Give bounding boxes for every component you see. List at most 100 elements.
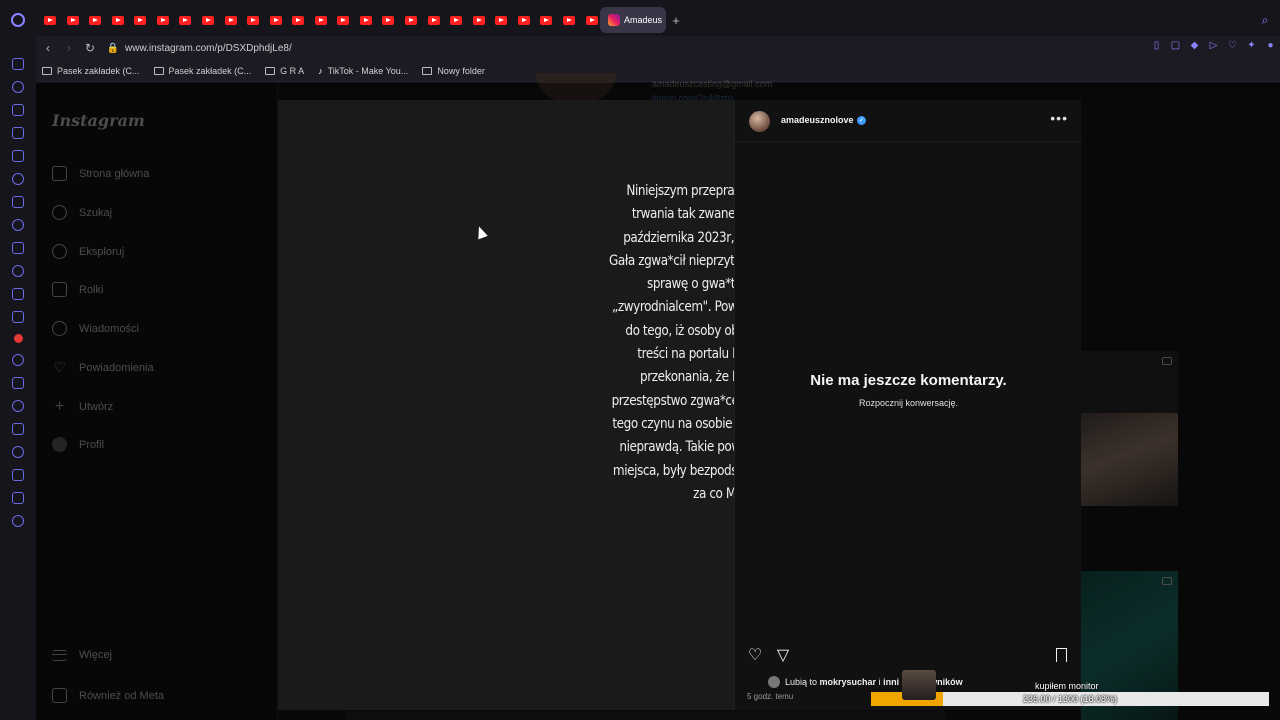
tab-youtube[interactable]: Naj bbox=[397, 7, 420, 33]
bookmark-item[interactable]: ♪ TikTok - Make You... bbox=[318, 66, 408, 76]
tab-youtube[interactable]: Mal bbox=[532, 7, 555, 33]
aria-icon[interactable] bbox=[12, 173, 24, 185]
youtube-favicon-icon bbox=[427, 15, 440, 25]
youtube-favicon-icon bbox=[201, 15, 214, 25]
tab-youtube[interactable]: CA bbox=[149, 7, 172, 33]
extensions-icon[interactable] bbox=[12, 492, 24, 504]
pen-icon[interactable] bbox=[12, 127, 24, 139]
browser-sidebar bbox=[0, 40, 36, 720]
tab-youtube[interactable]: cele bbox=[465, 7, 488, 33]
bookmark-item[interactable]: Pasek zakładek (C... bbox=[153, 65, 252, 76]
download-icon[interactable] bbox=[12, 469, 24, 481]
bookmark-label: Pasek zakładek (C... bbox=[168, 65, 252, 76]
tab-instagram-active[interactable]: Amadeus bbox=[600, 7, 666, 33]
tab-youtube[interactable]: Naj bbox=[217, 7, 240, 33]
bookmark-icon[interactable]: ▯ bbox=[1151, 40, 1162, 51]
back-button[interactable]: ‹ bbox=[39, 41, 57, 55]
youtube-favicon-icon bbox=[540, 15, 553, 25]
media-icon[interactable] bbox=[12, 150, 24, 162]
send-icon[interactable]: ▷ bbox=[1208, 40, 1219, 51]
youtube-favicon-icon bbox=[359, 15, 372, 25]
new-tab-button[interactable]: + bbox=[666, 13, 686, 28]
tab-search-icon[interactable]: ⌕ bbox=[1250, 13, 1280, 28]
tab-youtube[interactable]: UPA bbox=[442, 7, 465, 33]
tab-youtube[interactable]: 10 p bbox=[59, 7, 82, 33]
twitch-icon[interactable] bbox=[12, 196, 24, 208]
tab-youtube[interactable]: LEK bbox=[420, 7, 443, 33]
bag-icon[interactable] bbox=[12, 104, 24, 116]
instagram-icon[interactable] bbox=[12, 265, 24, 277]
tab-youtube[interactable]: ENZ bbox=[171, 7, 194, 33]
player-icon[interactable] bbox=[12, 377, 24, 389]
author-avatar[interactable] bbox=[749, 111, 770, 132]
save-icon[interactable] bbox=[1056, 648, 1067, 666]
youtube-favicon-icon bbox=[337, 15, 350, 25]
lock-icon: 🔒 bbox=[106, 42, 120, 54]
author-username[interactable]: amadeusznolove bbox=[781, 115, 854, 125]
bookmark-item[interactable]: Pasek zakładek (C... bbox=[42, 66, 140, 76]
goal-label: kupiłem monitor bbox=[1035, 681, 1099, 691]
youtube-favicon-icon bbox=[495, 15, 508, 25]
tab-youtube[interactable]: IMI bbox=[104, 7, 127, 33]
post-actions: ♡ ▽ bbox=[747, 648, 791, 664]
bookmark-label: Pasek zakładek (C... bbox=[57, 65, 140, 76]
no-comments-title: Nie ma jeszcze komentarzy. bbox=[810, 372, 1007, 389]
tab-youtube[interactable]: 50 c bbox=[194, 7, 217, 33]
tab-youtube[interactable]: Wie bbox=[555, 7, 578, 33]
forward-button[interactable]: › bbox=[60, 41, 78, 55]
url-field[interactable]: www.instagram.com/p/DSXDphdjLe8/ bbox=[125, 43, 292, 54]
browser-logo-icon[interactable] bbox=[0, 0, 36, 40]
x-icon[interactable] bbox=[12, 288, 24, 300]
tab-list: "Q-10 pDlaIMIBRUCAENZ50 cNajTraKLAWyMa10… bbox=[36, 0, 600, 40]
tab-youtube[interactable]: "TC bbox=[487, 7, 510, 33]
tab-youtube[interactable]: Tra bbox=[239, 7, 262, 33]
more-options-icon[interactable]: ••• bbox=[1050, 110, 1068, 126]
bookmark-label: Nowy folder bbox=[437, 65, 485, 76]
tab-youtube[interactable]: KLA bbox=[262, 7, 285, 33]
list-icon[interactable] bbox=[12, 423, 24, 435]
likes-prefix: Lubią to bbox=[785, 677, 820, 687]
share-icon[interactable]: ▽ bbox=[775, 648, 791, 664]
tab-youtube[interactable]: IMI bbox=[578, 7, 601, 33]
post-timestamp[interactable]: 5 godz. temu bbox=[747, 692, 793, 701]
post-image: Niniejszym przepraszam Michała Gałę za t… bbox=[278, 100, 959, 710]
address-actions: ▯ ▢ ◆ ▷ ♡ ✦ ● bbox=[1151, 40, 1276, 51]
bookmark-item[interactable]: G R A bbox=[265, 66, 304, 76]
music-icon[interactable] bbox=[12, 354, 24, 366]
tab-youtube[interactable]: 10 p bbox=[329, 7, 352, 33]
heart-outline-icon[interactable]: ♡ bbox=[1227, 40, 1238, 51]
discord-icon[interactable] bbox=[12, 311, 24, 323]
tab-youtube[interactable]: BRU bbox=[126, 7, 149, 33]
puzzle-icon[interactable]: ✦ bbox=[1246, 40, 1257, 51]
refresh-icon[interactable] bbox=[12, 81, 24, 93]
youtube-favicon-icon bbox=[450, 15, 463, 25]
youtube-favicon-icon bbox=[314, 15, 327, 25]
youtube-favicon-icon bbox=[382, 15, 395, 25]
heart-icon[interactable] bbox=[12, 400, 24, 412]
folder-icon bbox=[42, 66, 52, 75]
settings-icon[interactable] bbox=[12, 515, 24, 527]
tab-youtube[interactable]: Gdy bbox=[510, 7, 533, 33]
tab-youtube[interactable]: TO bbox=[374, 7, 397, 33]
telegram-icon[interactable] bbox=[12, 242, 24, 254]
profile-icon[interactable]: ● bbox=[1265, 40, 1276, 51]
workspace-icon[interactable] bbox=[12, 58, 24, 70]
tab-youtube[interactable]: Dla bbox=[81, 7, 104, 33]
tab-youtube[interactable]: "Q- bbox=[36, 7, 59, 33]
tab-youtube[interactable]: Bul bbox=[352, 7, 375, 33]
youtube-favicon-icon bbox=[89, 15, 102, 25]
reload-button[interactable]: ↻ bbox=[81, 41, 99, 55]
like-icon[interactable]: ♡ bbox=[747, 648, 763, 664]
tiktok-icon: ♪ bbox=[318, 65, 323, 76]
bookmark-item[interactable]: Nowy folder bbox=[422, 66, 485, 76]
tab-label: Amadeus bbox=[624, 15, 663, 25]
likes-user[interactable]: mokrysuchar bbox=[820, 677, 877, 687]
shield-icon[interactable]: ◆ bbox=[1189, 40, 1200, 51]
history-icon[interactable] bbox=[12, 446, 24, 458]
folder-icon bbox=[265, 66, 276, 75]
messenger-icon[interactable] bbox=[12, 219, 24, 231]
record-icon[interactable] bbox=[13, 334, 23, 343]
tab-youtube[interactable]: Ma bbox=[307, 7, 330, 33]
tab-youtube[interactable]: Wy bbox=[284, 7, 307, 33]
snapshot-icon[interactable]: ▢ bbox=[1170, 40, 1181, 51]
